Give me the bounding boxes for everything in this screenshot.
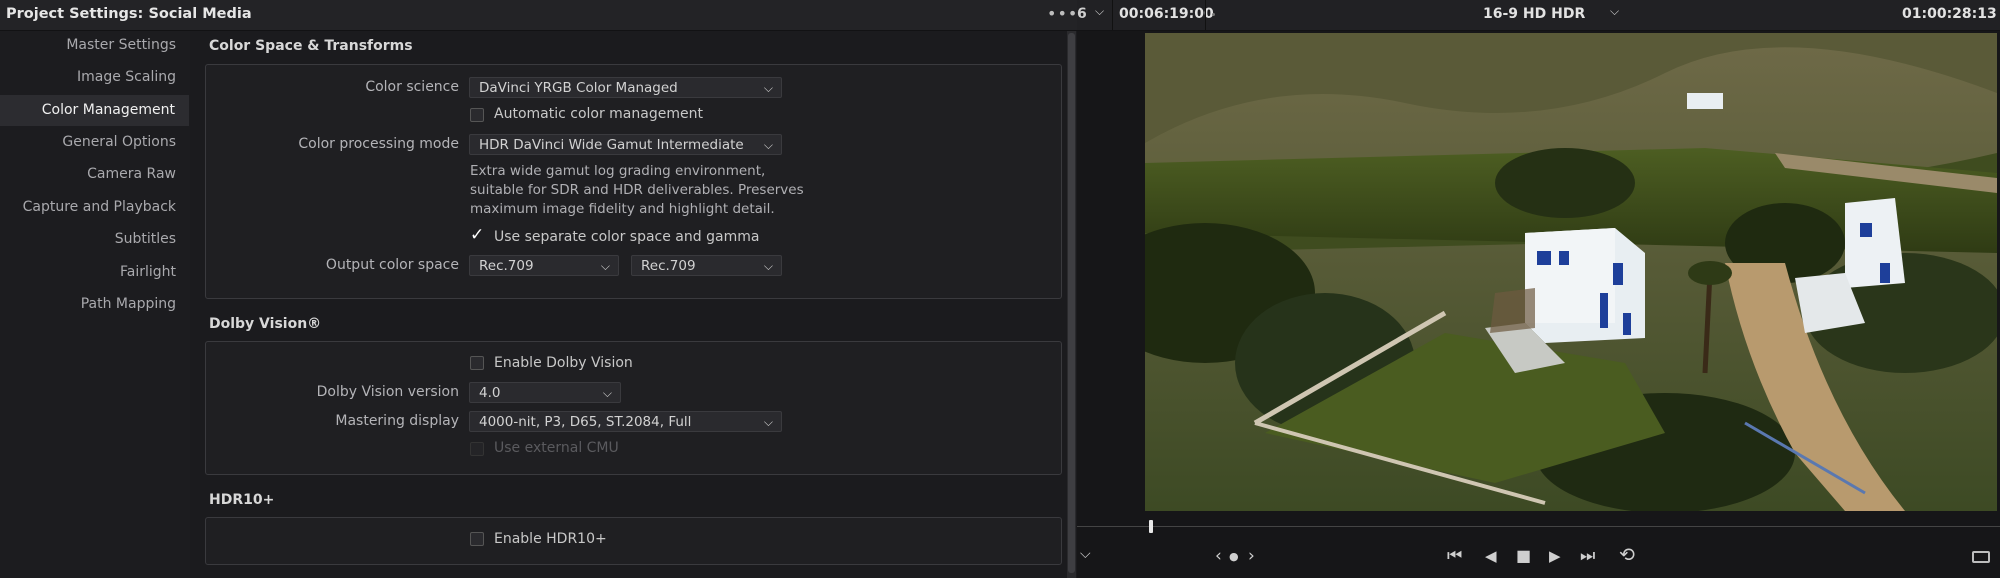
dolby-version-label: Dolby Vision version <box>316 384 459 400</box>
external-cmu-checkbox <box>470 442 484 456</box>
clip-chevron-icon[interactable]: ⌵ <box>1080 546 1091 562</box>
record-timecode: 01:00:28:13 <box>1902 6 1997 22</box>
output-color-space-label: Output color space <box>325 257 459 273</box>
processing-mode-description-2: suitable for SDR and HDR deliverables. P… <box>470 182 804 198</box>
sidebar-item-fairlight[interactable]: Fairlight <box>120 264 176 280</box>
sidebar-item-master-settings[interactable]: Master Settings <box>66 37 176 53</box>
separate-color-checkbox[interactable]: ✓ <box>470 227 484 244</box>
zoom-chevron-icon[interactable]: ⌵ <box>1095 4 1104 19</box>
fullscreen-icon[interactable] <box>1972 551 1990 563</box>
hdr10-section-title: HDR10+ <box>209 492 275 508</box>
chevron-down-icon: ⌵ <box>763 415 773 429</box>
chevron-down-icon: ⌵ <box>600 259 610 273</box>
output-space-dropdown[interactable]: Rec.709 ⌵ <box>469 255 619 276</box>
chevron-down-icon: ⌵ <box>763 259 773 273</box>
stop-icon[interactable]: ■ <box>1516 546 1531 565</box>
play-icon[interactable]: ▶ <box>1549 547 1561 565</box>
source-timecode: 00:06:19:00 <box>1119 6 1214 22</box>
chevron-down-icon: ⌵ <box>763 81 773 95</box>
partial-zoom-value: 6 <box>1077 6 1087 22</box>
sidebar-item-path-mapping[interactable]: Path Mapping <box>81 296 176 312</box>
loop-icon[interactable]: ⟲ <box>1619 544 1635 566</box>
sidebar-item-subtitles[interactable]: Subtitles <box>115 231 176 247</box>
enable-dolby-label: Enable Dolby Vision <box>494 355 633 371</box>
enable-hdr10-label: Enable HDR10+ <box>494 531 607 547</box>
enable-hdr10-checkbox[interactable] <box>470 532 484 546</box>
first-frame-icon[interactable]: ⏮ <box>1447 546 1462 566</box>
separate-color-label: Use separate color space and gamma <box>494 229 760 245</box>
auto-color-label: Automatic color management <box>494 106 703 122</box>
hdr10-panel <box>205 517 1062 565</box>
processing-mode-label: Color processing mode <box>298 136 459 152</box>
project-name: Social Media <box>148 6 252 22</box>
jog-right-icon[interactable]: › <box>1248 546 1255 566</box>
sidebar-item-capture-playback[interactable]: Capture and Playback <box>23 199 176 215</box>
more-options-icon[interactable]: ••• <box>1047 4 1078 23</box>
output-gamma-dropdown[interactable]: Rec.709 ⌵ <box>631 255 782 276</box>
last-frame-icon[interactable]: ⏭ <box>1580 546 1595 566</box>
window-title: Project Settings: Social Media <box>6 6 252 22</box>
mastering-display-label: Mastering display <box>335 413 459 429</box>
color-science-value: DaVinci YRGB Color Managed <box>479 80 678 96</box>
color-science-dropdown[interactable]: DaVinci YRGB Color Managed ⌵ <box>469 77 782 98</box>
chevron-down-icon: ⌵ <box>763 138 773 152</box>
color-space-section-title: Color Space & Transforms <box>209 38 413 54</box>
processing-mode-description-3: maximum image fidelity and highlight det… <box>470 201 775 217</box>
scrollbar-thumb[interactable] <box>1068 33 1075 573</box>
enable-dolby-checkbox[interactable] <box>470 356 484 370</box>
play-reverse-icon[interactable]: ◀ <box>1485 547 1497 565</box>
status-dot-icon <box>1212 13 1215 16</box>
mastering-display-dropdown[interactable]: 4000-nit, P3, D65, ST.2084, Full ⌵ <box>469 411 782 432</box>
dolby-version-value: 4.0 <box>479 385 501 401</box>
dolby-version-dropdown[interactable]: 4.0 ⌵ <box>469 382 621 403</box>
sidebar-item-color-management[interactable]: Color Management <box>0 95 189 126</box>
timeline-name[interactable]: 16-9 HD HDR <box>1483 6 1585 22</box>
timeline-chevron-icon[interactable]: ⌵ <box>1610 4 1619 19</box>
processing-mode-dropdown[interactable]: HDR DaVinci Wide Gamut Intermediate ⌵ <box>469 134 782 155</box>
scrubber-track[interactable] <box>1077 526 2000 527</box>
title-prefix: Project Settings: <box>6 6 144 22</box>
output-space-value: Rec.709 <box>479 258 534 274</box>
processing-mode-description-1: Extra wide gamut log grading environment… <box>470 163 766 179</box>
chevron-down-icon: ⌵ <box>602 386 612 400</box>
video-frame[interactable] <box>1145 33 1997 511</box>
external-cmu-label: Use external CMU <box>494 440 619 456</box>
sidebar-item-camera-raw[interactable]: Camera Raw <box>87 166 176 182</box>
dolby-section-title: Dolby Vision® <box>209 316 322 332</box>
divider <box>1205 0 1206 30</box>
jog-left-icon[interactable]: ‹ <box>1215 546 1222 566</box>
dolby-panel <box>205 341 1062 475</box>
sidebar-item-image-scaling[interactable]: Image Scaling <box>77 69 176 85</box>
processing-mode-value: HDR DaVinci Wide Gamut Intermediate <box>479 137 744 153</box>
aerial-landscape-image <box>1145 33 1997 511</box>
divider <box>1112 0 1113 30</box>
output-gamma-value: Rec.709 <box>641 258 696 274</box>
sidebar-item-general-options[interactable]: General Options <box>62 134 176 150</box>
jog-dot-icon[interactable]: ● <box>1229 550 1239 563</box>
auto-color-checkbox[interactable] <box>470 108 484 122</box>
settings-sidebar: Master Settings Image Scaling Color Mana… <box>0 31 190 578</box>
playhead[interactable] <box>1148 520 1153 533</box>
mastering-display-value: 4000-nit, P3, D65, ST.2084, Full <box>479 414 692 430</box>
color-science-label: Color science <box>365 79 459 95</box>
